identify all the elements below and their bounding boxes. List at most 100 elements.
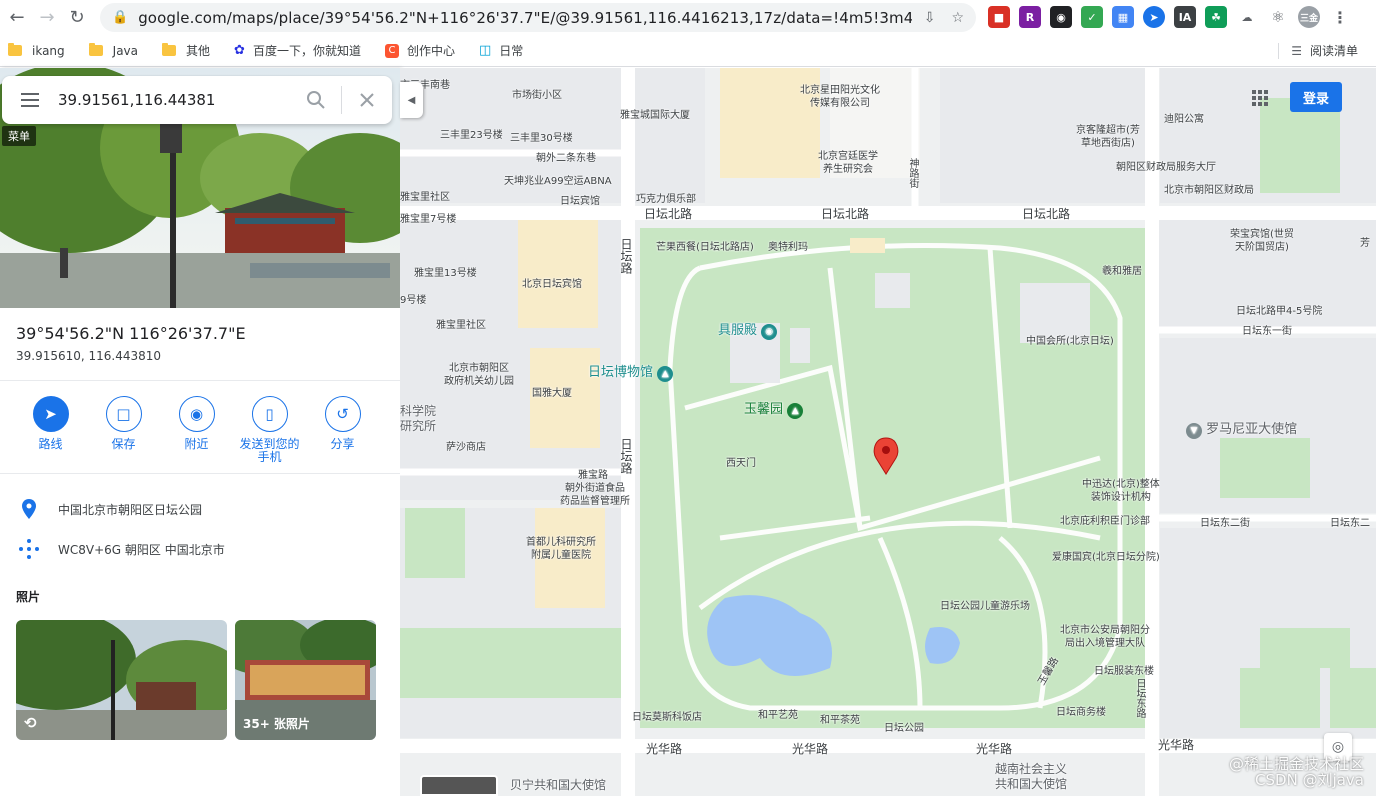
photo-gallery[interactable]: 35+ 张照片 <box>235 620 376 740</box>
address-bar[interactable]: 🔒 google.com/maps/place/39°54'56.2"N+116… <box>100 3 976 32</box>
map-label: 爱康国宾(北京日坛分院) <box>1052 552 1160 563</box>
collapse-panel-button[interactable]: ◀ <box>400 82 423 118</box>
plus-code-row[interactable]: WC8V+6G 朝阳区 中国北京市 <box>0 529 400 569</box>
login-button[interactable]: 登录 <box>1290 82 1342 112</box>
address-text: 中国北京市朝阳区日坛公园 <box>58 502 203 517</box>
extension-icon-9[interactable]: ☁ <box>1236 6 1258 28</box>
place-title-coords: 39°54'56.2"N 116°26'37.7"E <box>16 324 246 343</box>
map-label: 中国会所(北京日坛) <box>1026 336 1114 347</box>
poi-romania-embassy[interactable]: ▼ 罗马尼亚大使馆 <box>1186 418 1297 439</box>
poi-benin-embassy[interactable]: 贝宁共和国大使馆 <box>510 776 606 793</box>
poi-vietnam-embassy[interactable]: 越南社会主义 共和国大使馆 <box>995 762 1067 792</box>
poi-museum[interactable]: 日坛博物馆 ▲ <box>588 361 674 382</box>
bookmark-star-icon[interactable]: ☆ <box>951 10 964 26</box>
map-label: 日坛公园 <box>884 723 924 734</box>
address-row[interactable]: 中国北京市朝阳区日坛公园 <box>0 489 400 529</box>
map-label: 日坛北路甲4-5号院 <box>1236 306 1323 317</box>
extensions-bar: ■ R ◉ ✓ ▦ ➤ IA ☘ ☁ ⚛ 三金 ⋮ <box>988 6 1351 28</box>
save-button[interactable]: □ 保存 <box>87 396 160 464</box>
road-label: 光华路 <box>792 742 829 756</box>
road-label: 日坛路 <box>619 438 633 474</box>
extension-icon-6[interactable]: ➤ <box>1143 6 1165 28</box>
google-apps-icon[interactable] <box>1252 90 1268 106</box>
map-label: 9号楼 <box>400 295 427 306</box>
install-icon[interactable]: ⇩ <box>924 10 936 26</box>
road-label: 日坛路 <box>619 238 633 274</box>
csdn-icon: C <box>384 43 399 58</box>
folder-icon <box>162 43 177 56</box>
streetview-360-icon: ⟲ <box>24 714 37 732</box>
extension-icon-1[interactable]: ■ <box>988 6 1010 28</box>
map-label: 三丰里30号楼 <box>510 133 573 144</box>
map-label: 天坤兆业A99空运ABNA <box>504 176 612 187</box>
search-input[interactable] <box>58 91 291 109</box>
map-label: 日坛商务楼 <box>1056 707 1106 718</box>
extension-icon-8[interactable]: ☘ <box>1205 6 1227 28</box>
layers-thumbnail[interactable] <box>420 775 498 796</box>
back-icon[interactable]: ← <box>2 3 32 33</box>
reading-list-icon: ☰ <box>1291 43 1302 58</box>
extension-icon-5[interactable]: ▦ <box>1112 6 1134 28</box>
map-label: 国雅大厦 <box>532 388 572 399</box>
share-button[interactable]: ↺ 分享 <box>306 396 379 464</box>
map-label: 雅宝里社区 <box>436 320 486 331</box>
puzzle-icon[interactable]: ⚛ <box>1267 6 1289 28</box>
directions-button[interactable]: ➤ 路线 <box>14 396 87 464</box>
reload-icon[interactable]: ↻ <box>62 3 92 33</box>
map-label: 朝外街道食品 药品监督管理所 <box>560 483 630 507</box>
phone-icon: ▯ <box>251 396 288 432</box>
map-label: 市场街小区 <box>512 90 562 101</box>
map-label: 北京市朝阳区 政府机关幼儿园 <box>444 363 514 387</box>
map-label: 京客隆超市(芳 草地西街店) <box>1076 125 1140 149</box>
menu-tag: 菜单 <box>2 126 36 146</box>
road-label: 光华路 <box>976 742 1013 756</box>
map-label: 日坛宾馆 <box>560 196 600 207</box>
map-label: 北京宫廷医学 养生研究会 <box>818 151 878 175</box>
folder-icon <box>88 43 103 56</box>
map-label: 日坛服装东楼 <box>1094 666 1154 677</box>
road-label: 朝外二条东巷 <box>536 153 596 164</box>
map-label: 雅宝里社区 <box>400 192 450 203</box>
map-label: 萨沙商店 <box>446 442 486 453</box>
map-label: 雅宝城国际大厦 <box>620 110 690 121</box>
bookmark-daily[interactable]: ◫ 日常 <box>479 42 523 59</box>
extension-icon-4[interactable]: ✓ <box>1081 6 1103 28</box>
map-canvas[interactable]: 日坛北路 日坛北路 日坛北路 日坛路 日坛路 光华路 光华路 光华路 光华路 雅… <box>400 68 1376 796</box>
location-pin-icon <box>0 499 58 519</box>
reading-list-button[interactable]: ☰ 阅读清单 <box>1291 42 1358 59</box>
map-label: 北京庇利积臣门诊部 <box>1060 516 1150 527</box>
bookmark-java[interactable]: Java <box>88 43 138 58</box>
map-label: 北京市朝阳区财政局 <box>1164 185 1254 196</box>
close-icon[interactable] <box>342 76 392 124</box>
bookmark-other[interactable]: 其他 <box>162 42 210 59</box>
hamburger-menu-icon[interactable] <box>2 93 58 107</box>
more-menu-icon[interactable]: ⋮ <box>1329 6 1351 28</box>
extension-icon-7[interactable]: IA <box>1174 6 1196 28</box>
bookmark-creation-center[interactable]: C 创作中心 <box>384 42 455 59</box>
poi-academy[interactable]: 科学院 研究所 <box>400 404 436 434</box>
map-label: 北京市公安局朝阳分 局出入境管理大队 <box>1060 625 1150 649</box>
embassy-icon: ▼ <box>1186 423 1202 439</box>
nearby-button[interactable]: ◉ 附近 <box>160 396 233 464</box>
poi-yuxinyuan[interactable]: 玉馨园 ▲ <box>744 398 804 419</box>
map-label: 朝阳区财政局服务大厅 <box>1116 162 1216 173</box>
bookmark-baidu[interactable]: ✿ 百度一下，你就知道 <box>234 42 361 59</box>
poi-juzhaodian[interactable]: 具服殿 ◉ <box>718 319 778 340</box>
send-to-phone-button[interactable]: ▯ 发送到您的手机 <box>233 396 306 464</box>
extension-icon-3[interactable]: ◉ <box>1050 6 1072 28</box>
action-buttons: ➤ 路线 □ 保存 ◉ 附近 ▯ 发送到您的手机 ↺ 分享 <box>14 396 379 464</box>
divider <box>0 380 400 381</box>
profile-avatar[interactable]: 三金 <box>1298 6 1320 28</box>
bookmark-ikang[interactable]: ikang <box>8 43 65 58</box>
extension-icon-2[interactable]: R <box>1019 6 1041 28</box>
road-label: 光华路 <box>1158 738 1195 752</box>
map-label: 雅宝里13号楼 <box>414 268 477 279</box>
tree-icon: ▲ <box>787 403 804 419</box>
chevron-left-icon: ◀ <box>407 94 416 106</box>
photo-streetview[interactable]: ⟲ <box>16 620 227 740</box>
bookmark-divider <box>1278 43 1279 59</box>
search-icon[interactable] <box>291 76 341 124</box>
map-label: 中迅达(北京)整体 装饰设计机构 <box>1082 479 1160 503</box>
map-label: 首都儿科研究所 附属儿童医院 <box>526 537 596 561</box>
forward-icon[interactable]: → <box>32 3 62 33</box>
